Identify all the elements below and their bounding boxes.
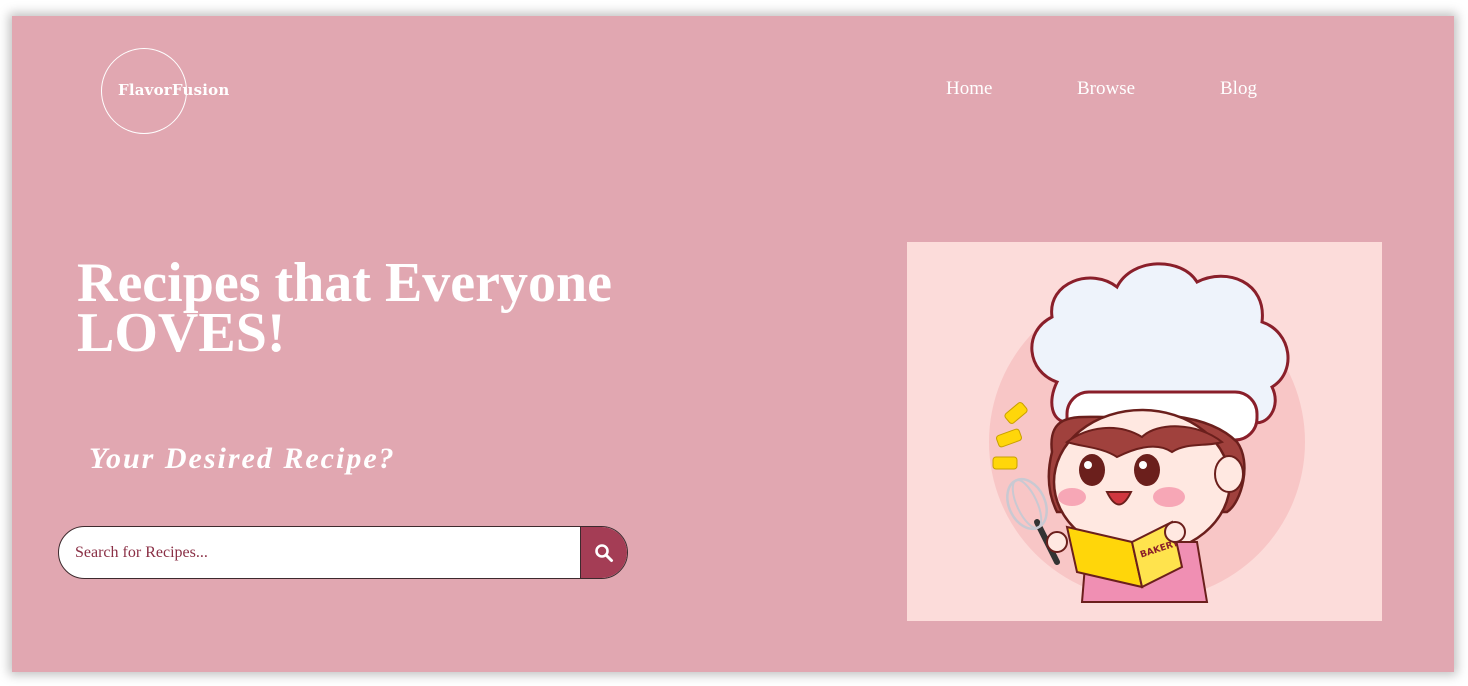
search-input[interactable]	[59, 527, 580, 578]
hero-title-line1: Recipes that Everyone	[77, 252, 613, 314]
hero-subtitle: Your Desired Recipe?	[89, 442, 396, 475]
chef-illustration: BAKERY	[907, 242, 1382, 621]
nav-blog-link[interactable]: Blog	[1220, 78, 1257, 100]
logo-text[interactable]: FlavorFusion	[118, 81, 229, 99]
hero-title: Recipes that Everyone LOVES!	[77, 252, 613, 364]
search-bar	[58, 526, 628, 579]
hero-title-line2: LOVES!	[77, 302, 286, 364]
search-icon	[595, 543, 613, 562]
page-frame: FlavorFusion Home Browse Blog Recipes th…	[12, 16, 1454, 672]
search-button[interactable]	[580, 527, 627, 578]
nav-home-link[interactable]: Home	[946, 78, 992, 100]
nav-browse-link[interactable]: Browse	[1077, 78, 1135, 100]
chef-girl-illustration-icon: BAKERY	[989, 262, 1305, 603]
